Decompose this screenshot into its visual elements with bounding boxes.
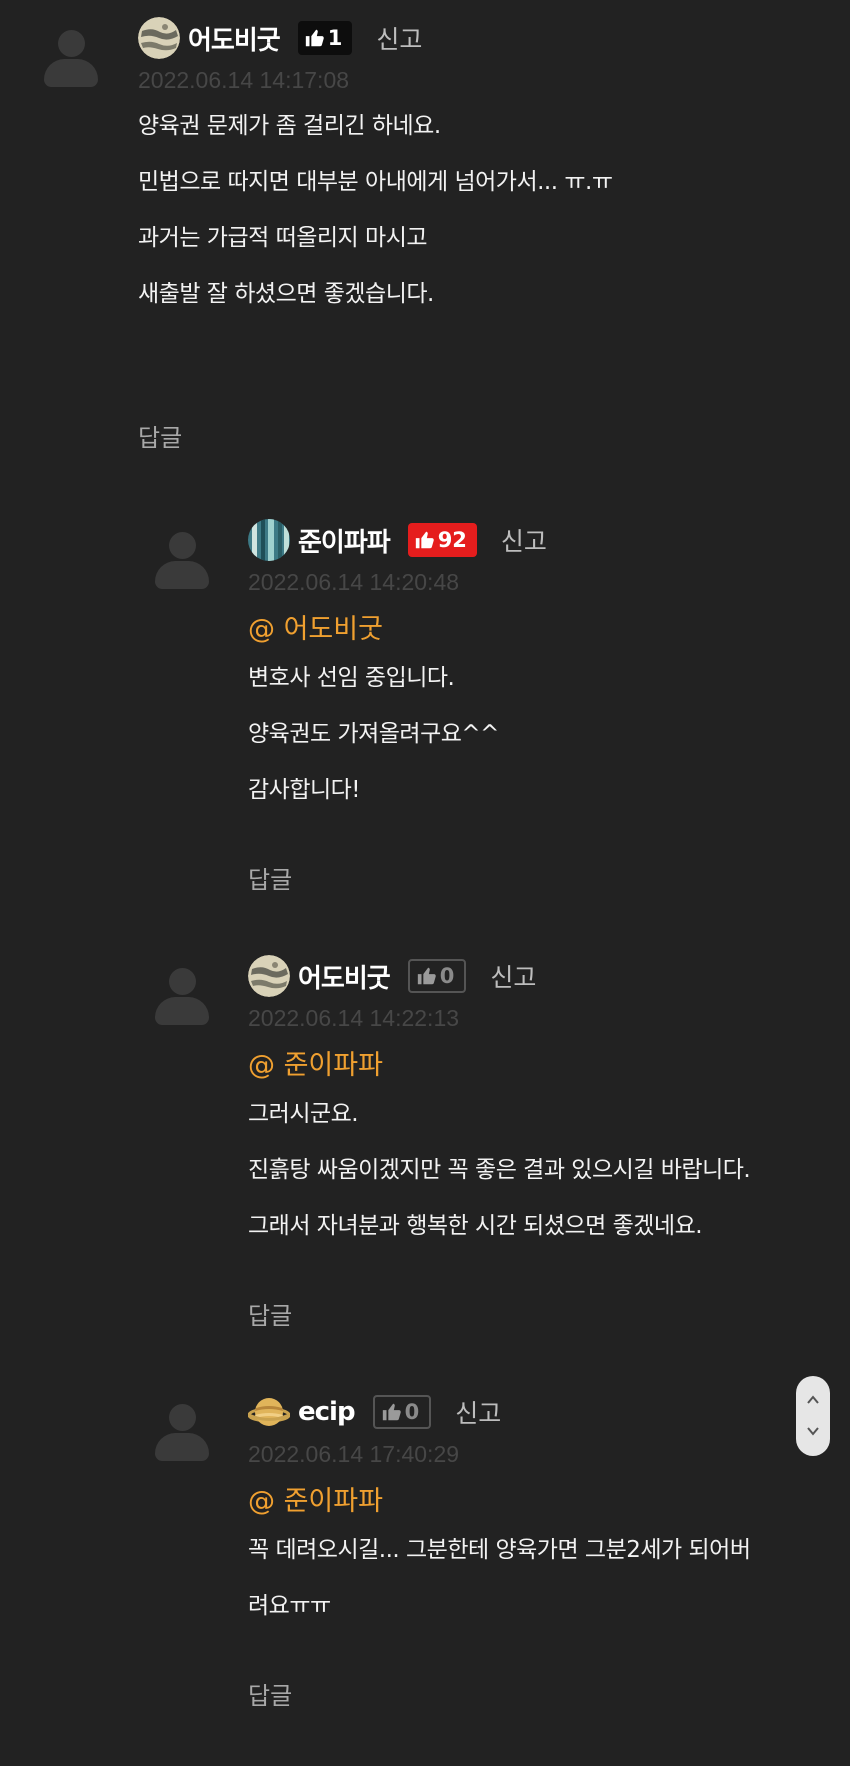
mention-link[interactable]: @ 준이파파: [248, 1482, 808, 1522]
like-count: 0: [404, 1400, 420, 1424]
reply-button[interactable]: 답글: [248, 860, 292, 895]
chevron-down-icon[interactable]: [806, 1424, 820, 1438]
thumbs-up-icon: [417, 967, 436, 985]
reply-button[interactable]: 답글: [248, 1676, 292, 1711]
comment-line: 민법으로 따지면 대부분 아내에게 넘어가서... ㅠ.ㅠ: [138, 169, 613, 195]
mention-link[interactable]: @ 어도비굿: [248, 610, 828, 650]
reply-button[interactable]: 답글: [248, 1296, 292, 1331]
planet-avatar-icon[interactable]: [248, 1391, 290, 1433]
waterfall-avatar-icon[interactable]: [248, 519, 290, 561]
like-button[interactable]: 0: [372, 1395, 432, 1429]
comment-timestamp: 2022.06.14 14:17:08: [138, 67, 350, 93]
user-placeholder-icon: [155, 532, 209, 590]
comment-line: 양육권도 가져올려구요^^: [248, 721, 499, 747]
report-button[interactable]: 신고: [376, 20, 422, 56]
reply-button[interactable]: 답글: [138, 418, 182, 453]
comment-line: 변호사 선임 중입니다.: [248, 665, 455, 691]
comment-timestamp: 2022.06.14 14:22:13: [248, 1005, 460, 1031]
mention-link[interactable]: @ 준이파파: [248, 1046, 828, 1086]
like-count: 0: [439, 964, 455, 988]
comment-line: 려요ㅠㅠ: [248, 1593, 331, 1619]
like-button[interactable]: 0: [407, 959, 467, 993]
like-button[interactable]: 92: [407, 523, 477, 557]
like-button[interactable]: 1: [297, 21, 353, 55]
comment-timestamp: 2022.06.14 17:40:29: [248, 1441, 460, 1467]
like-count: 92: [437, 528, 467, 552]
comment-line: 새출발 잘 하셨으면 좋겠습니다.: [138, 281, 434, 307]
like-count: 1: [327, 26, 343, 50]
comment-author[interactable]: 어도비굿: [188, 20, 281, 57]
comment-line: 과거는 가급적 떠올리지 마시고: [138, 225, 428, 251]
user-placeholder-icon: [155, 968, 209, 1026]
comment-line: 그래서 자녀분과 행복한 시간 되셨으면 좋겠네요.: [248, 1213, 703, 1239]
comment-line: 양육권 문제가 좀 걸리긴 하네요.: [138, 113, 441, 139]
user-placeholder-icon: [44, 30, 98, 88]
moon-avatar-icon[interactable]: [138, 17, 180, 59]
chevron-up-icon[interactable]: [806, 1393, 820, 1407]
thumbs-up-icon: [382, 1403, 401, 1421]
moon-avatar-icon[interactable]: [248, 955, 290, 997]
comment-line: 그러시군요.: [248, 1101, 359, 1127]
thumbs-up-icon: [305, 29, 324, 47]
thumbs-up-icon: [415, 531, 434, 549]
report-button[interactable]: 신고: [455, 1394, 501, 1430]
comment-line: 감사합니다!: [248, 777, 361, 803]
comment-author[interactable]: 어도비굿: [298, 958, 391, 995]
comment-author[interactable]: ecip: [298, 1397, 356, 1427]
scroll-control[interactable]: [796, 1376, 830, 1456]
comment-timestamp: 2022.06.14 14:20:48: [248, 569, 460, 595]
comment-author[interactable]: 준이파파: [298, 522, 391, 559]
report-button[interactable]: 신고: [501, 522, 547, 558]
report-button[interactable]: 신고: [490, 958, 536, 994]
comment-line: 꼭 데려오시길... 그분한테 양육가면 그분2세가 되어버: [248, 1537, 751, 1563]
comment-line: 진흙탕 싸움이겠지만 꼭 좋은 결과 있으시길 바랍니다.: [248, 1157, 751, 1183]
user-placeholder-icon: [155, 1404, 209, 1462]
